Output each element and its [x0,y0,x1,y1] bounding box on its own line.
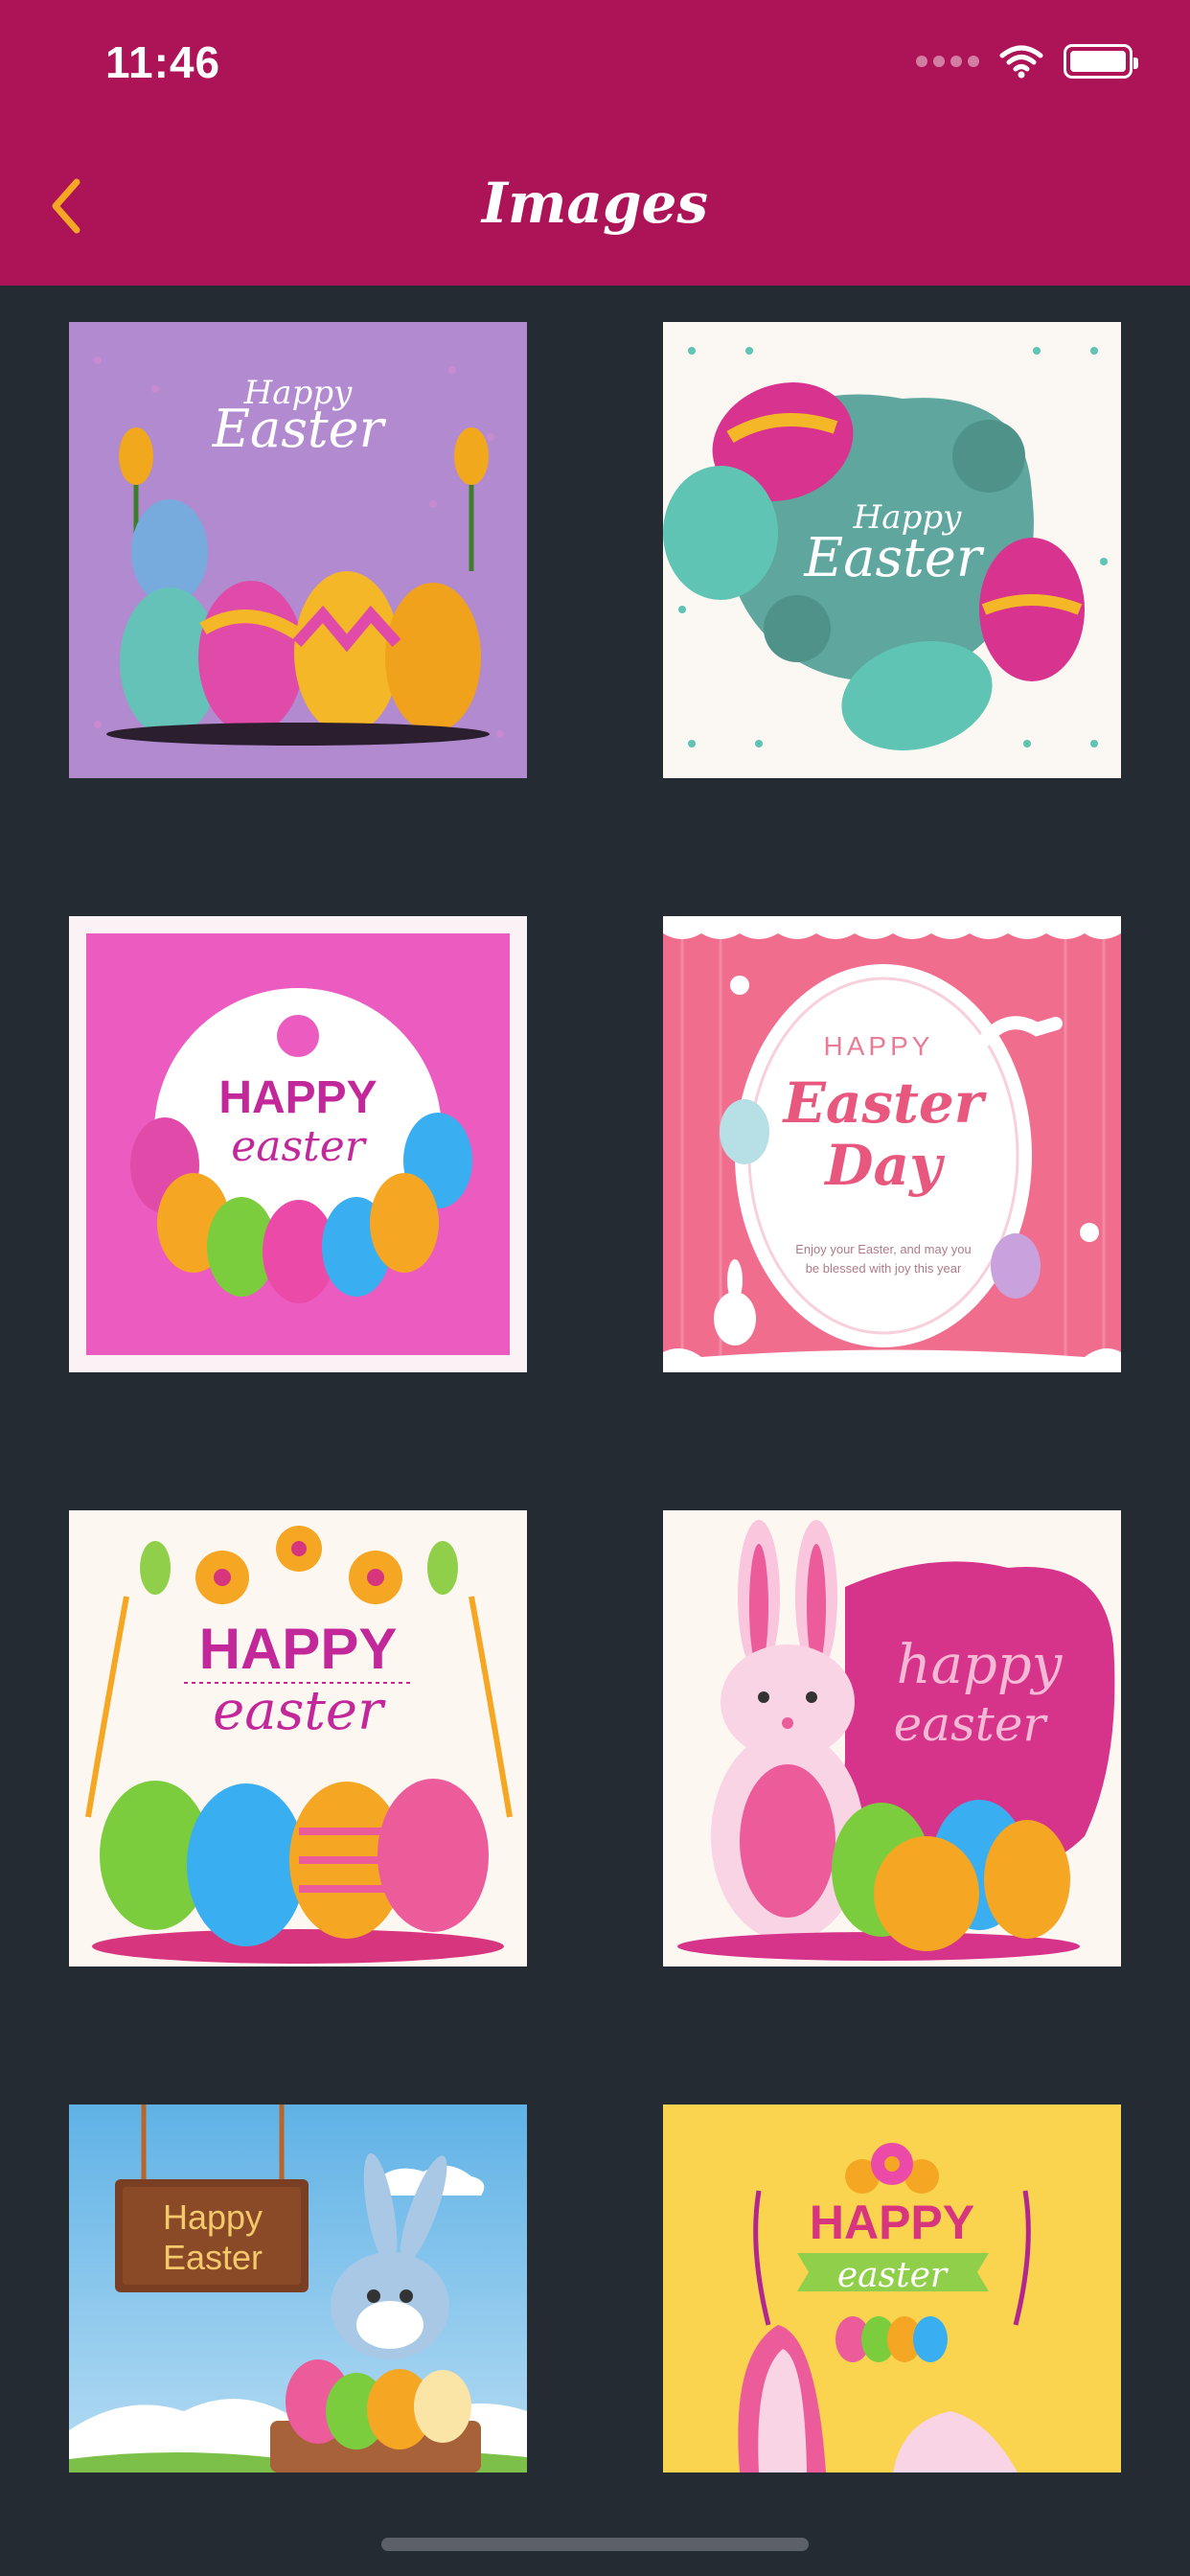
image-3-line-2: easter [231,1122,368,1171]
image-7-line-2: Easter [163,2238,263,2277]
image-card-2[interactable]: Happy Easter [663,322,1121,778]
image-6-line-1: happy [897,1634,1064,1696]
image-2-line-2: Easter [803,527,985,589]
navigation-header: 11:46 Images [0,0,1190,286]
image-8-line-2: easter [837,2256,949,2295]
image-4-line-2: Easter [782,1070,988,1136]
image-4-line-3: Day [823,1133,946,1198]
image-card-3[interactable]: HAPPY easter [69,916,527,1372]
image-1-line-2: Easter [212,399,387,459]
home-indicator [381,2538,809,2551]
image-card-1[interactable]: Happy Easter [69,322,527,778]
status-icons [916,44,1138,79]
image-4-line-1: HAPPY [824,1031,934,1061]
status-time: 11:46 [105,37,221,87]
image-5-line-1: HAPPY [199,1617,398,1681]
image-4-line-5: be blessed with joy this year [806,1261,962,1276]
battery-icon [1064,44,1138,79]
image-card-5[interactable]: HAPPY easter [69,1510,527,1966]
signal-icon [916,56,979,67]
image-8-line-1: HAPPY [810,2196,974,2249]
wifi-icon [999,45,1043,79]
page-title: Images [481,171,709,236]
image-6-line-2: easter [894,1696,1049,1752]
image-7-line-1: Happy [163,2197,263,2237]
image-card-8[interactable]: HAPPY easter [663,2104,1121,2472]
image-5-line-2: easter [213,1680,386,1742]
image-card-4[interactable]: HAPPY Easter Day Enjoy your Easter, and … [663,916,1121,1372]
image-4-line-4: Enjoy your Easter, and may you [795,1242,972,1256]
image-card-7[interactable]: Happy Easter [69,2104,527,2472]
image-3-line-1: HAPPY [218,1072,377,1123]
image-card-6[interactable]: happy easter [663,1510,1121,1966]
